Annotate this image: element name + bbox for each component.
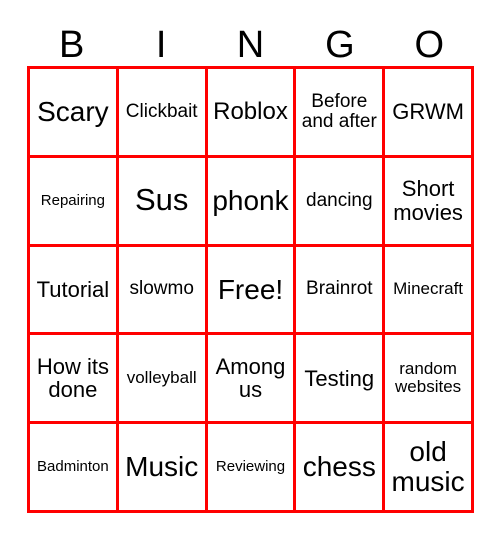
bingo-cell-label: random websites <box>395 359 462 397</box>
bingo-cell-label: Tutorial <box>36 276 110 302</box>
bingo-cell[interactable]: How its done <box>30 335 119 425</box>
bingo-cell-label: GRWM <box>392 99 464 125</box>
bingo-header-letter-b: B <box>59 24 85 66</box>
bingo-card: B I N G O Scary Clickbait Roblox Before … <box>0 0 501 544</box>
bingo-cell-label: Before and after <box>301 90 377 132</box>
bingo-cell[interactable]: Clickbait <box>118 69 208 158</box>
bingo-cell-label: Clickbait <box>125 100 198 122</box>
bingo-cell-label: Music <box>125 451 199 483</box>
bingo-cell[interactable]: Sus <box>118 157 208 247</box>
bingo-header-letter-g: G <box>325 24 355 66</box>
bingo-cell-label: Reviewing <box>215 458 286 476</box>
bingo-cell-label: volleyball <box>126 368 197 388</box>
bingo-header: B I N G O <box>27 14 474 66</box>
bingo-cell-label: Badminton <box>37 458 109 476</box>
bingo-cell[interactable]: dancing <box>296 157 386 247</box>
bingo-cell[interactable]: Reviewing <box>207 424 297 513</box>
bingo-cell-label: Among us <box>215 353 286 403</box>
bingo-cell-label: dancing <box>306 189 373 211</box>
bingo-cell[interactable]: GRWM <box>385 69 474 158</box>
bingo-cell[interactable]: Scary <box>30 69 119 158</box>
bingo-cell[interactable]: old music <box>385 424 474 513</box>
bingo-cell-label: Testing <box>304 365 375 391</box>
bingo-cell-label: phonk <box>212 184 289 216</box>
bingo-cell[interactable]: Minecraft <box>385 246 474 336</box>
bingo-cell[interactable]: Repairing <box>30 157 119 247</box>
bingo-cell[interactable]: Free! <box>207 246 297 336</box>
bingo-cell-label: Sus <box>134 182 189 218</box>
bingo-cell-label: Repairing <box>40 191 105 209</box>
bingo-cell[interactable]: Brainrot <box>296 246 386 336</box>
bingo-cell-label: Scary <box>37 96 109 128</box>
bingo-cell-label: How its done <box>36 353 109 403</box>
bingo-cell-label: Brainrot <box>306 278 373 300</box>
bingo-cell-label: old music <box>391 436 465 498</box>
bingo-cell[interactable]: slowmo <box>118 246 208 336</box>
bingo-cell-label: chess <box>302 451 376 483</box>
bingo-cell[interactable]: Testing <box>296 335 386 425</box>
bingo-cell[interactable]: Roblox <box>207 69 297 158</box>
bingo-cell[interactable]: Music <box>118 424 208 513</box>
bingo-header-letter-o: O <box>414 24 445 66</box>
bingo-cell[interactable]: Among us <box>207 335 297 425</box>
bingo-cell[interactable]: chess <box>296 424 386 513</box>
bingo-cell-label: Minecraft <box>393 279 464 299</box>
bingo-header-letter-i: I <box>155 24 167 66</box>
bingo-header-letter-n: N <box>236 24 265 66</box>
bingo-cell-label: Roblox <box>213 98 288 126</box>
bingo-cell[interactable]: Before and after <box>296 69 386 158</box>
bingo-cell[interactable]: Tutorial <box>30 246 119 336</box>
bingo-grid: Scary Clickbait Roblox Before and after … <box>27 66 474 513</box>
bingo-cell[interactable]: phonk <box>207 157 297 247</box>
bingo-cell-label: slowmo <box>129 278 194 300</box>
bingo-cell-label: Short movies <box>393 176 463 225</box>
bingo-cell[interactable]: volleyball <box>118 335 208 425</box>
bingo-cell[interactable]: Badminton <box>30 424 119 513</box>
bingo-cell[interactable]: random websites <box>385 335 474 425</box>
bingo-cell[interactable]: Short movies <box>385 157 474 247</box>
bingo-cell-free-label: Free! <box>217 273 284 305</box>
